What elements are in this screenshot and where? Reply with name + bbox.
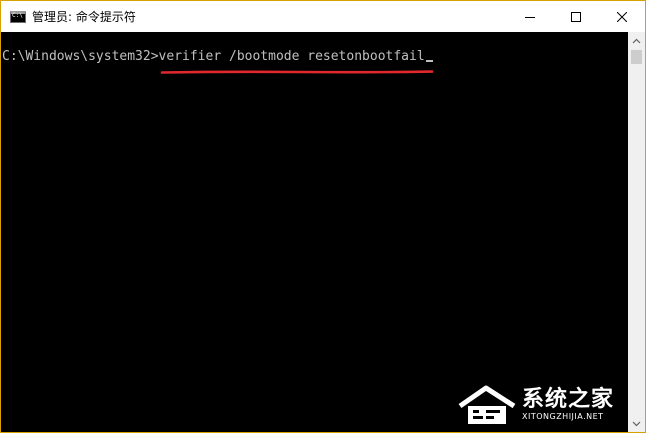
- command-line: C:\Windows\system32>verifier /bootmode r…: [2, 48, 433, 66]
- chevron-down-icon: [632, 421, 641, 426]
- minimize-button[interactable]: [507, 1, 553, 32]
- minimize-icon: [525, 16, 535, 18]
- command-prompt-window: 管理员: 命令提示符 C:\Windows\system32>verifie: [0, 0, 646, 433]
- window-title: 管理员: 命令提示符: [32, 10, 136, 24]
- prompt-path: C:\Windows\system32>: [2, 49, 159, 64]
- scroll-up-button[interactable]: [628, 32, 645, 49]
- watermark: 系统之家 XITONGZHIJIA.NET: [456, 384, 614, 426]
- scrollbar-thumb[interactable]: [631, 50, 642, 64]
- vertical-scrollbar[interactable]: [628, 32, 645, 432]
- house-logo-icon: [458, 385, 516, 424]
- window-controls: [507, 1, 645, 32]
- red-underline-annotation: [160, 70, 434, 74]
- maximize-icon: [571, 11, 581, 22]
- chevron-up-icon: [632, 38, 641, 43]
- close-button[interactable]: [599, 1, 645, 32]
- watermark-subtitle: XITONGZHIJIA.NET: [521, 412, 604, 421]
- console-icon[interactable]: [10, 10, 26, 23]
- console-output[interactable]: C:\Windows\system32>verifier /bootmode r…: [1, 32, 628, 432]
- command-text: verifier /bootmode resetonbootfail: [158, 49, 425, 64]
- scroll-down-button[interactable]: [628, 415, 645, 432]
- watermark-title: 系统之家: [521, 387, 614, 412]
- close-icon: [617, 11, 627, 22]
- title-bar[interactable]: 管理员: 命令提示符: [1, 1, 645, 32]
- text-cursor: [425, 60, 433, 62]
- maximize-button[interactable]: [553, 1, 599, 32]
